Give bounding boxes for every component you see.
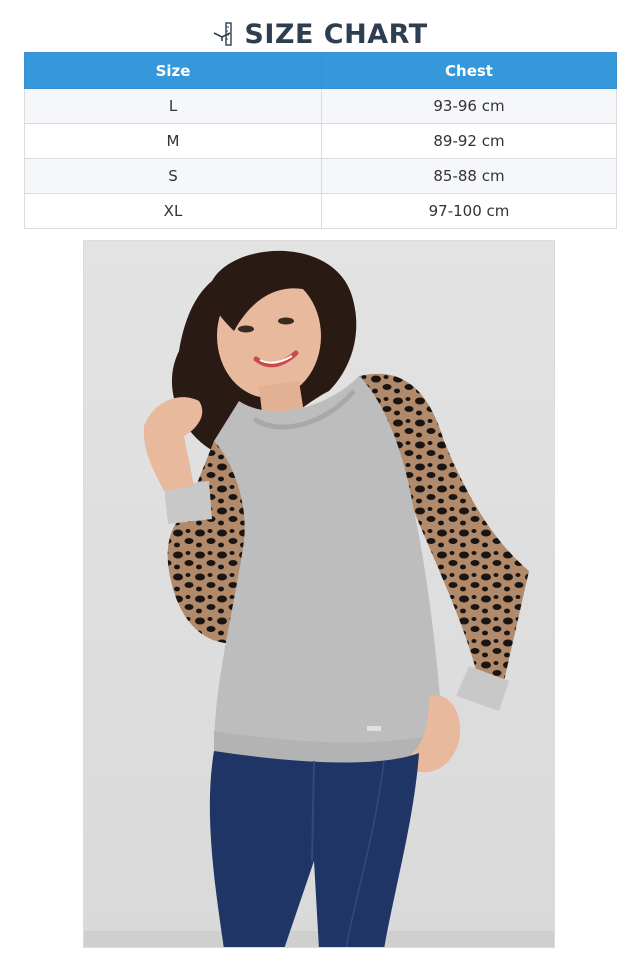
chest-cell: 93-96 cm bbox=[321, 88, 617, 124]
size-table: Size Chest L 93-96 cm M 89-92 cm S 85-88… bbox=[24, 52, 617, 229]
size-chart-page: SIZE CHART Size Chest L 93-96 cm M 89-92… bbox=[0, 0, 640, 960]
product-photo bbox=[83, 240, 555, 948]
chest-cell: 85-88 cm bbox=[321, 158, 617, 194]
chest-cell: 89-92 cm bbox=[321, 123, 617, 159]
table-row: S 85-88 cm bbox=[24, 158, 617, 194]
page-title: SIZE CHART bbox=[244, 18, 428, 50]
size-cell: S bbox=[24, 158, 322, 194]
table-row: M 89-92 cm bbox=[24, 123, 617, 159]
table-header-row: Size Chest bbox=[24, 52, 617, 89]
hanger-measure-icon bbox=[214, 22, 233, 46]
size-cell: XL bbox=[24, 193, 322, 229]
table-row: L 93-96 cm bbox=[24, 88, 617, 124]
column-header-size: Size bbox=[24, 52, 322, 89]
size-cell: L bbox=[24, 88, 322, 124]
model-illustration bbox=[84, 241, 554, 947]
table-row: XL 97-100 cm bbox=[24, 193, 617, 229]
chest-cell: 97-100 cm bbox=[321, 193, 617, 229]
column-header-chest: Chest bbox=[321, 52, 617, 89]
size-chart-header: SIZE CHART bbox=[0, 14, 640, 54]
size-cell: M bbox=[24, 123, 322, 159]
